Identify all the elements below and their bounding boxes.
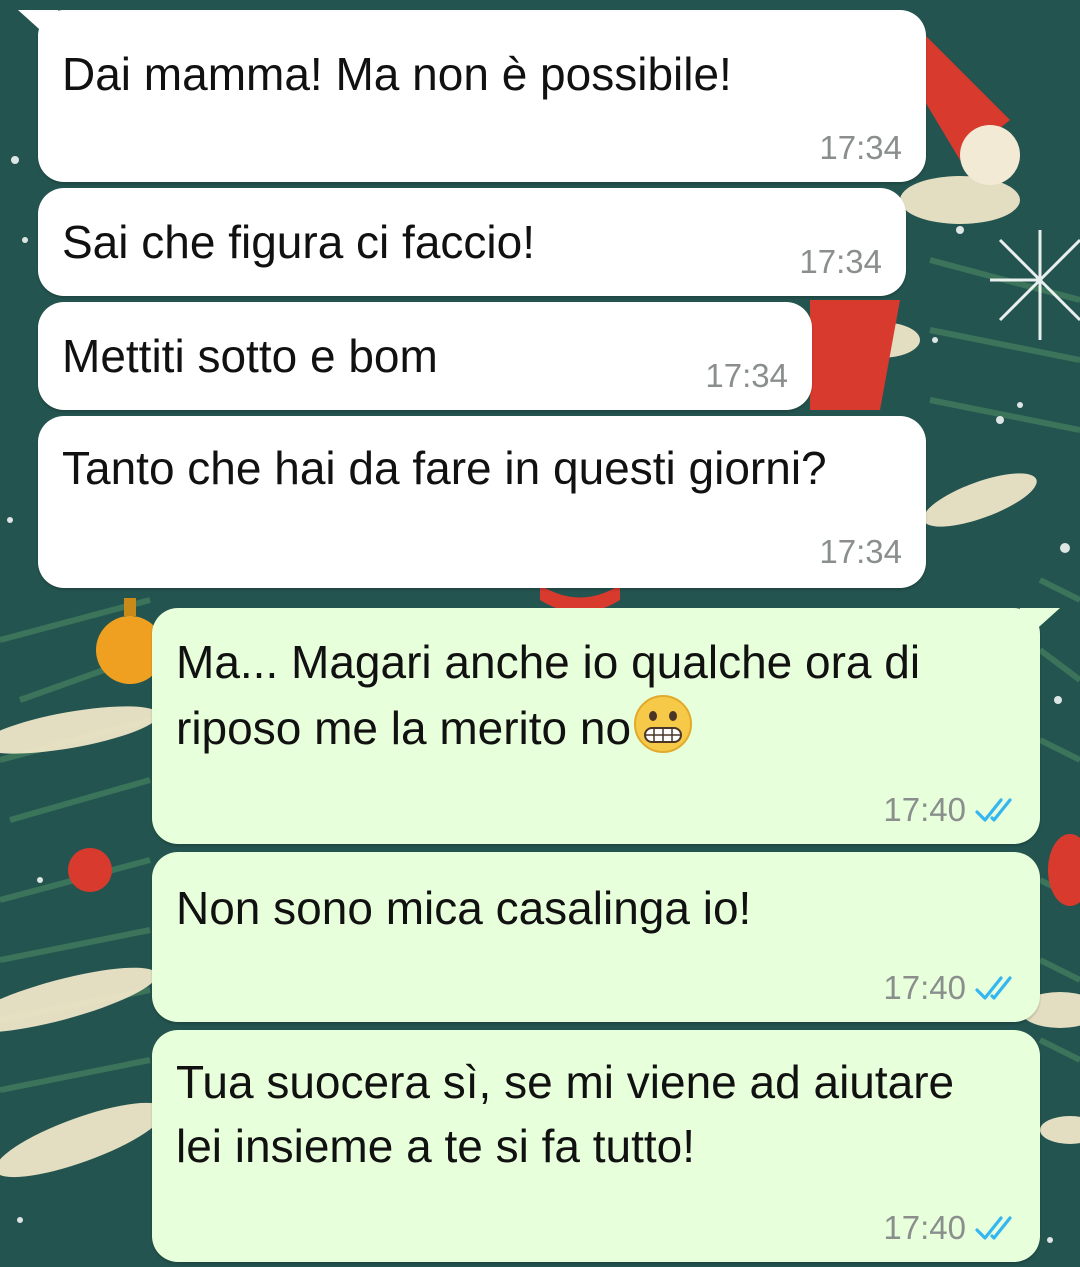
- message-text: Non sono mica casalinga io!: [176, 882, 752, 934]
- message-meta: 17:34: [819, 128, 902, 168]
- chat-conversation: Dai mamma! Ma non è possibile! 17:34 Sai…: [0, 0, 1080, 1267]
- message-timestamp: 17:40: [883, 1209, 966, 1246]
- message-timestamp: 17:40: [883, 969, 966, 1006]
- message-text: Mettiti sotto e bom: [62, 330, 438, 382]
- bubble-tail: [18, 10, 58, 46]
- message-timestamp: 17:40: [883, 791, 966, 828]
- message-timestamp: 17:34: [705, 357, 788, 394]
- message-incoming[interactable]: Dai mamma! Ma non è possibile! 17:34: [38, 10, 926, 182]
- read-receipt-double-check-icon: [975, 1216, 1012, 1240]
- message-timestamp: 17:34: [819, 129, 902, 166]
- message-text: Tanto che hai da fare in questi giorni?: [62, 442, 827, 494]
- message-text-content: Ma... Magari anche io qualche ora di rip…: [176, 636, 933, 754]
- read-receipt-double-check-icon: [975, 976, 1012, 1000]
- message-outgoing[interactable]: Ma... Magari anche io qualche ora di rip…: [152, 608, 1040, 844]
- message-timestamp: 17:34: [819, 533, 902, 570]
- message-meta: 17:40: [883, 1208, 1020, 1248]
- message-meta: 17:34: [705, 356, 788, 396]
- message-text: Sai che figura ci faccio!: [62, 216, 536, 268]
- message-incoming[interactable]: Mettiti sotto e bom 17:34: [38, 302, 812, 410]
- message-meta: 17:40: [883, 968, 1020, 1008]
- grimacing-face-icon: [634, 695, 693, 753]
- message-incoming[interactable]: Tanto che hai da fare in questi giorni? …: [38, 416, 926, 588]
- message-meta: 17:34: [799, 242, 882, 282]
- message-meta: 17:40: [883, 790, 1020, 830]
- bubble-tail: [1020, 608, 1060, 644]
- message-outgoing[interactable]: Tua suocera sì, se mi viene ad aiutare l…: [152, 1030, 1040, 1262]
- message-text: Dai mamma! Ma non è possibile!: [62, 48, 732, 100]
- read-receipt-double-check-icon: [975, 798, 1012, 822]
- message-timestamp: 17:34: [799, 243, 882, 280]
- message-incoming[interactable]: Sai che figura ci faccio! 17:34: [38, 188, 906, 296]
- message-text: Ma... Magari anche io qualche ora di rip…: [176, 630, 936, 760]
- message-text: Tua suocera sì, se mi viene ad aiutare l…: [176, 1056, 967, 1172]
- message-outgoing[interactable]: Non sono mica casalinga io! 17:40: [152, 852, 1040, 1022]
- message-meta: 17:34: [819, 532, 902, 572]
